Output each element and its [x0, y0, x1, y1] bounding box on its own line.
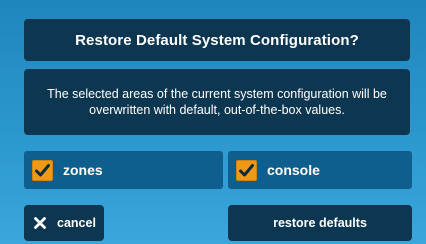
dialog-title: Restore Default System Configuration?: [75, 31, 359, 49]
checkmark-icon: [239, 163, 254, 176]
zones-checkbox[interactable]: [32, 159, 53, 181]
close-icon: [34, 217, 46, 229]
restore-defaults-button[interactable]: restore defaults: [228, 205, 412, 241]
zones-label: zones: [63, 162, 103, 178]
restore-defaults-dialog: Restore Default System Configuration? Th…: [0, 0, 426, 244]
dialog-message-box: The selected areas of the current system…: [24, 69, 410, 135]
cancel-button-label: cancel: [57, 216, 96, 230]
dialog-title-bar: Restore Default System Configuration?: [24, 19, 410, 61]
console-label: console: [267, 162, 320, 178]
restore-defaults-button-label: restore defaults: [273, 216, 367, 230]
cancel-button[interactable]: cancel: [24, 205, 104, 241]
checkmark-icon: [35, 163, 50, 176]
zones-option[interactable]: zones: [24, 151, 223, 189]
console-checkbox[interactable]: [236, 159, 257, 181]
dialog-message: The selected areas of the current system…: [47, 87, 387, 117]
console-option[interactable]: console: [228, 151, 412, 189]
